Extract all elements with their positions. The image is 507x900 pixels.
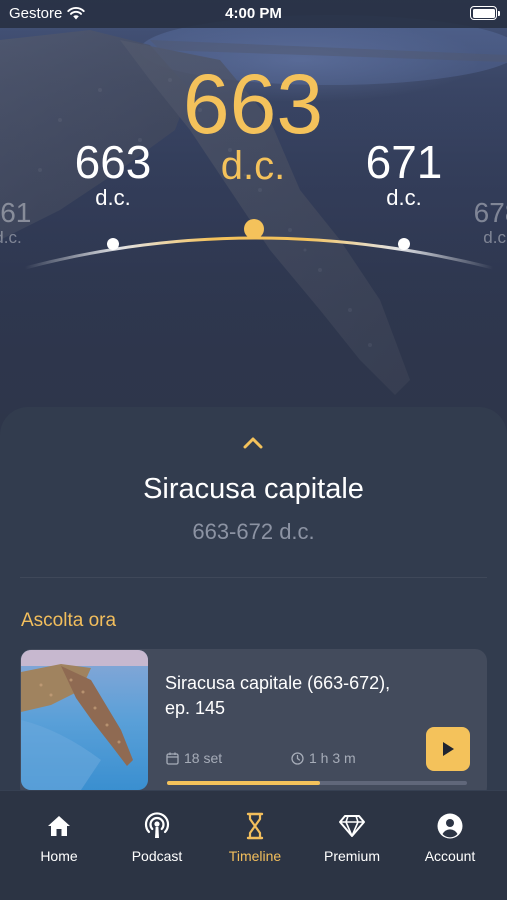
timeline-handle <box>244 219 264 239</box>
era-detail-sheet: Siracusa capitale 663-672 d.c. Ascolta o… <box>0 407 507 827</box>
clock-icon <box>291 751 304 765</box>
episode-thumbnail <box>21 650 148 790</box>
tab-podcast-label: Podcast <box>131 848 183 864</box>
timeline-year-selected[interactable]: 663 d.c. <box>153 62 353 186</box>
podcast-icon <box>144 812 170 838</box>
year-number: 671 <box>365 136 443 188</box>
selected-year-era: d.c. <box>220 144 286 188</box>
timeline-tick-right <box>398 238 410 250</box>
section-title-listen-now: Ascolta ora <box>21 610 117 631</box>
selected-year-number: 663 <box>182 57 324 151</box>
episode-progress-fill <box>167 781 320 785</box>
status-bar: Gestore 4:00 PM <box>0 0 507 28</box>
tab-timeline[interactable]: Timeline <box>205 811 305 864</box>
tab-timeline-label: Timeline <box>228 848 282 864</box>
episode-duration-text: 1 h 3 m <box>309 750 356 766</box>
battery-icon <box>470 6 500 20</box>
episode-title: Siracusa capitale (663-672), ep. 145 <box>165 673 391 718</box>
timeline-hero: Gestore 4:00 PM 661 d.c. 663 d.c. 663 d.… <box>0 0 507 450</box>
status-time: 4:00 PM <box>225 5 282 22</box>
home-icon <box>48 816 70 836</box>
tab-account[interactable]: Account <box>400 811 500 864</box>
divider <box>20 577 487 578</box>
era-title: Siracusa capitale <box>143 473 364 505</box>
hourglass-icon <box>246 812 264 840</box>
bottom-tab-bar: Home Podcast Timeline Premium Account <box>0 790 507 900</box>
account-icon <box>437 813 463 839</box>
episode-date-text: 18 set <box>184 750 223 766</box>
play-icon <box>443 742 454 756</box>
tab-account-label: Account <box>424 848 476 864</box>
episode-date: 18 set <box>166 750 222 766</box>
chevron-up-icon[interactable] <box>241 435 265 451</box>
timeline-year-right[interactable]: 671 d.c. <box>344 139 464 209</box>
play-button[interactable] <box>426 727 470 771</box>
tab-home-label: Home <box>40 848 78 864</box>
timeline-tick-left <box>107 238 119 250</box>
diamond-icon <box>339 815 365 837</box>
tab-premium-label: Premium <box>323 848 380 864</box>
tab-podcast[interactable]: Podcast <box>107 811 207 864</box>
timeline-arc-slider[interactable] <box>0 210 507 280</box>
era-date-range: 663-672 d.c. <box>192 519 315 544</box>
episode-card[interactable]: Siracusa capitale (663-672), ep. 145 18 … <box>20 649 487 799</box>
tab-premium[interactable]: Premium <box>302 811 402 864</box>
episode-duration: 1 h 3 m <box>291 750 356 766</box>
year-era: d.c. <box>386 185 422 210</box>
episode-progress-bar <box>167 781 467 785</box>
calendar-icon <box>166 752 179 765</box>
year-era: d.c. <box>95 185 131 210</box>
tab-home[interactable]: Home <box>9 811 109 864</box>
